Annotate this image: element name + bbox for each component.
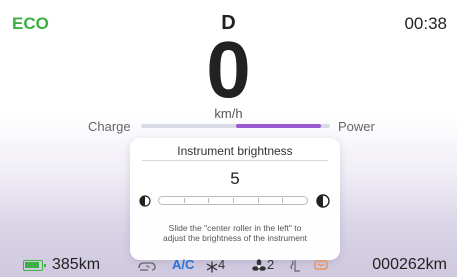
- slider-segment-divider: [233, 198, 234, 203]
- odometer: 000262km: [372, 256, 447, 273]
- ac-status: A/C: [172, 257, 195, 272]
- fan-icon: [206, 261, 218, 273]
- slider-segment-divider: [282, 198, 284, 203]
- brightness-high-icon[interactable]: [316, 194, 330, 208]
- brightness-value: 5: [230, 169, 240, 188]
- seat-vent-icon: [290, 260, 300, 272]
- power-meter-bar: [141, 124, 330, 128]
- rear-defrost-icon: [314, 260, 328, 270]
- dialog-hint-line2: adjust the brightness of the instrument: [162, 233, 308, 243]
- brightness-dialog: Instrument brightness 5 Slide the "cente…: [130, 138, 340, 260]
- dialog-hint: Slide the "center roller in the left" to…: [136, 223, 334, 243]
- dialog-hint-line1: Slide the "center roller in the left" to: [168, 223, 302, 233]
- dialog-title: Instrument brightness: [177, 144, 293, 158]
- fan-level-2: 2: [267, 257, 275, 272]
- dialog-divider: [142, 160, 328, 161]
- brightness-slider[interactable]: [158, 196, 308, 205]
- status-bar: 385km A/C 4 2 000262km: [0, 256, 457, 277]
- power-label: Power: [338, 119, 375, 134]
- speed-value: 0: [206, 25, 251, 114]
- recirculation-icon: [138, 262, 156, 271]
- battery-icon: [23, 260, 46, 271]
- fan-speed-icon: [252, 259, 266, 271]
- fan-level: 4: [218, 257, 226, 272]
- instrument-cluster: ECO D 00:38 0 km/h Charge Power Instrume…: [0, 0, 457, 277]
- power-meter-fill: [235, 124, 321, 128]
- slider-segment-divider: [257, 198, 259, 203]
- range-value: 385km: [52, 256, 101, 273]
- charge-label: Charge: [88, 119, 131, 134]
- slider-segment-divider: [183, 198, 185, 203]
- brightness-low-icon[interactable]: [139, 195, 151, 207]
- slider-segment-divider: [208, 198, 210, 203]
- speed-unit: km/h: [214, 106, 243, 121]
